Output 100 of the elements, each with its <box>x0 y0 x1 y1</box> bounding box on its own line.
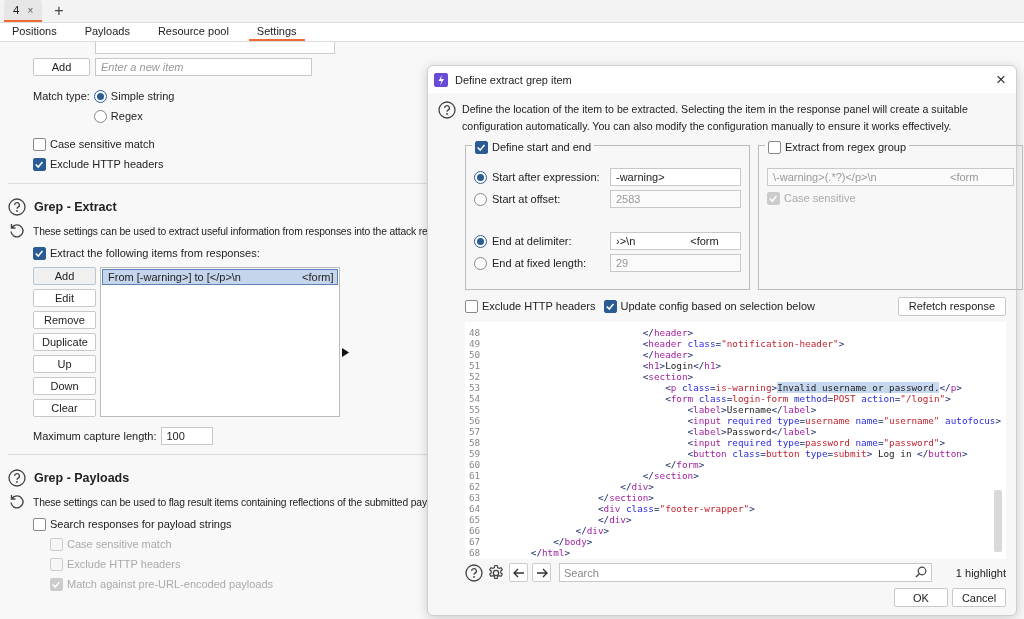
list-button[interactable]: Edit <box>33 289 96 307</box>
code-line: </body> <box>552 536 593 547</box>
checkbox-label: Case sensitive match <box>67 538 172 550</box>
radio-button[interactable] <box>474 234 487 248</box>
help-icon[interactable] <box>438 101 456 119</box>
checkbox-label: Search responses for payload strings <box>50 518 232 530</box>
radio-button[interactable] <box>474 256 487 270</box>
close-button[interactable]: × <box>996 69 1006 90</box>
input-field[interactable]: ›>\n <form <box>610 232 741 250</box>
tab[interactable]: Positions <box>4 23 65 41</box>
input-field[interactable]: -warning> <box>610 168 741 186</box>
app-logo-icon <box>434 72 448 87</box>
radio-button[interactable] <box>93 109 107 123</box>
line-number: 64 <box>468 503 482 514</box>
help-icon[interactable] <box>8 469 26 487</box>
section-title: Grep - Extract <box>34 200 117 214</box>
forward-button[interactable] <box>532 563 551 582</box>
line-number: 54 <box>468 393 482 404</box>
line-number: 62 <box>468 481 482 492</box>
description: Define the location of the item to be extracted. Selecting the item in the response panel will create a suitable configuration automatically. You can also modify the configuration manually to ensure it works effectively. <box>462 102 969 134</box>
checkbox[interactable] <box>33 246 46 260</box>
line-number: 59 <box>468 448 482 459</box>
list-button[interactable]: Remove <box>33 311 96 329</box>
line-number: 66 <box>468 525 482 536</box>
list-button[interactable]: Clear <box>33 399 96 417</box>
code-line: <header class="notification-header"> <box>641 338 845 349</box>
code-line: <form class=login-form method=POST action="/login"> <box>664 393 951 404</box>
code-line: </div> <box>619 481 654 492</box>
checkbox-label: Match against pre-URL-encoded payloads <box>67 578 274 590</box>
search-field[interactable]: Search <box>559 563 932 582</box>
line-number: 68 <box>468 547 482 558</box>
tab[interactable]: Resource pool <box>149 23 237 41</box>
radio-button[interactable] <box>474 192 487 206</box>
list-item[interactable]: From [-warning>] to [</p>\n <form] <box>102 269 338 285</box>
checkbox[interactable] <box>33 137 46 151</box>
list-button[interactable]: Add <box>33 267 96 285</box>
line-number: 56 <box>468 415 482 426</box>
checkbox-label: Extract from regex group <box>785 141 907 153</box>
tab[interactable]: 4 × <box>4 0 43 22</box>
code-line: <div class="footer-wrapper"> <box>596 503 755 514</box>
input-field[interactable]: 100 <box>160 427 213 445</box>
add-button[interactable]: Add <box>33 58 90 76</box>
line-number: 51 <box>468 360 482 371</box>
checkbox[interactable] <box>465 299 478 313</box>
code-line: </section> <box>641 470 699 481</box>
window-title: Define extract grep item <box>455 73 573 86</box>
line-number: 67 <box>468 536 482 547</box>
line-number: 49 <box>468 338 482 349</box>
list-box[interactable]: From [-warning>] to [</p>\n <form] <box>100 267 340 417</box>
label: Maximum capture length: <box>33 430 157 442</box>
line-number: 65 <box>468 514 482 525</box>
line-number: 48 <box>468 327 482 338</box>
scrollbar-thumb[interactable] <box>994 490 1002 552</box>
line-number: 60 <box>468 459 482 470</box>
reset-icon[interactable] <box>8 493 26 511</box>
list-button[interactable]: Down <box>33 377 96 395</box>
checkbox-label: Exclude HTTP headers <box>50 158 164 170</box>
radio-button[interactable] <box>93 89 107 103</box>
list-button[interactable]: Up <box>33 355 96 373</box>
radio-button[interactable] <box>474 170 487 184</box>
settings-icon[interactable] <box>487 563 505 582</box>
line-number: 50 <box>468 349 482 360</box>
line-number: 52 <box>468 371 482 382</box>
list-button[interactable]: Duplicate <box>33 333 96 351</box>
checkbox[interactable] <box>603 299 617 313</box>
dialog-button[interactable]: Cancel <box>952 588 1006 607</box>
refetch-button[interactable]: Refetch response <box>897 296 1006 316</box>
add-tab-button[interactable]: + <box>50 2 68 20</box>
left-arrow-icon <box>512 567 525 578</box>
code-line: <h1>Login</h1> <box>641 360 722 371</box>
help-icon[interactable] <box>465 563 483 582</box>
checkbox[interactable] <box>33 517 46 531</box>
checkbox-label: Update config based on selection below <box>620 300 815 312</box>
option-label: End at fixed length: <box>492 257 588 269</box>
checkbox[interactable] <box>768 140 781 154</box>
checkbox[interactable] <box>33 157 46 171</box>
option-label: End at delimiter: <box>492 235 573 247</box>
line-number: 58 <box>468 437 482 448</box>
code-line: <button class=button type=submit> Log in </button> <box>686 448 968 459</box>
code-editor[interactable] <box>465 322 1006 559</box>
dialog-button[interactable]: OK <box>894 588 948 607</box>
checkbox[interactable] <box>475 140 488 154</box>
checkbox-label: Extract the following items from responses: <box>50 247 260 259</box>
close-icon[interactable]: × <box>27 4 34 16</box>
highlight-count: 1 highlight <box>954 566 1006 579</box>
tab[interactable]: Payloads <box>76 23 138 41</box>
checkbox-label: Exclude HTTP headers <box>482 300 596 312</box>
checkbox-label: Define start and end <box>492 141 592 153</box>
reset-icon[interactable] <box>8 222 26 240</box>
search-icon[interactable] <box>915 566 927 578</box>
code-line: <input required type=username name="username" autofocus> <box>686 415 1002 426</box>
code-line: </div> <box>574 525 610 536</box>
back-button[interactable] <box>509 563 528 582</box>
code-line: </section> <box>596 492 654 503</box>
code-line: </header> <box>641 349 694 360</box>
help-icon[interactable] <box>8 198 26 216</box>
code-line: <label>Username</label> <box>686 404 817 415</box>
code-line: <input required type=password name="password"> <box>686 437 946 448</box>
input-field[interactable]: Enter a new item <box>95 58 312 76</box>
checkbox-label: Exclude HTTP headers <box>67 558 181 570</box>
